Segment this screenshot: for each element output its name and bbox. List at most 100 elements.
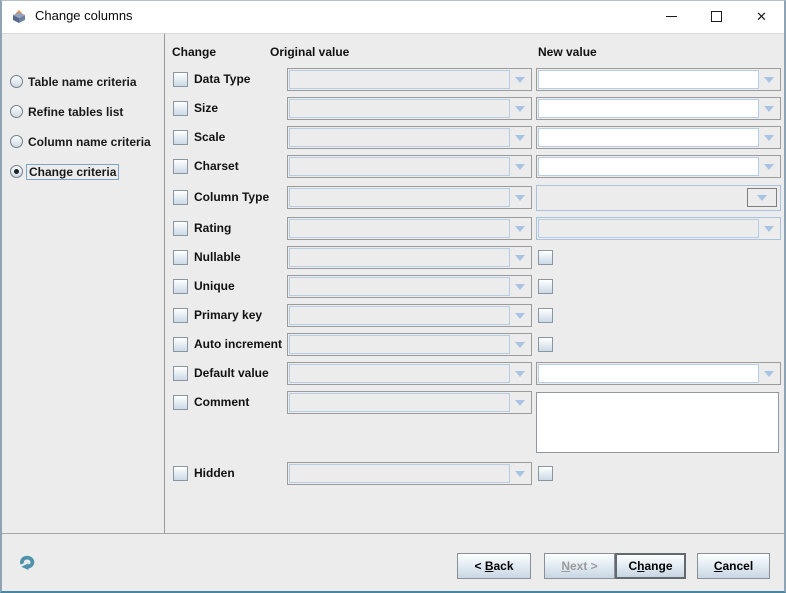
auto-increment-original-combobox xyxy=(287,333,532,356)
dropdown-arrow-icon xyxy=(759,219,779,238)
button-label: ange xyxy=(645,559,673,573)
combo-field xyxy=(289,70,510,89)
comment-new-textarea[interactable] xyxy=(536,392,779,453)
sidebar-item-column-name-criteria[interactable]: Column name criteria xyxy=(10,133,151,150)
window-title: Change columns xyxy=(35,8,133,23)
charset-change-checkbox[interactable] xyxy=(173,159,188,174)
combo-field xyxy=(289,219,510,238)
dropdown-arrow-icon xyxy=(510,393,530,412)
combo-field xyxy=(289,464,510,483)
row-label: Primary key xyxy=(194,304,262,327)
undo-arrow-icon xyxy=(18,554,35,570)
dropdown-arrow-icon[interactable] xyxy=(759,70,779,89)
rating-new-combobox xyxy=(536,217,781,240)
comment-change-checkbox[interactable] xyxy=(173,395,188,410)
scale-change-checkbox[interactable] xyxy=(173,130,188,145)
primary-key-new-checkbox[interactable] xyxy=(538,308,553,323)
row-label: Scale xyxy=(194,126,225,149)
scale-new-combobox[interactable] xyxy=(536,126,781,149)
button-mnemonic: h xyxy=(637,559,644,573)
sidebar-item-change-criteria[interactable]: Change criteria xyxy=(10,163,119,180)
combo-field xyxy=(289,393,510,412)
auto-increment-new-checkbox[interactable] xyxy=(538,337,553,352)
header-original-value: Original value xyxy=(270,45,349,59)
minimize-button[interactable] xyxy=(649,1,694,32)
radio-icon[interactable] xyxy=(10,135,23,148)
dropdown-arrow-icon xyxy=(510,219,530,238)
row-label: Auto increment xyxy=(194,333,282,356)
dropdown-arrow-icon[interactable] xyxy=(759,128,779,147)
sidebar-item-table-name-criteria[interactable]: Table name criteria xyxy=(10,73,137,90)
combo-field[interactable] xyxy=(538,157,759,176)
data-type-original-combobox xyxy=(287,68,532,91)
close-button[interactable]: ✕ xyxy=(739,1,784,32)
reset-button[interactable] xyxy=(16,552,36,572)
button-label: ack xyxy=(493,559,513,573)
unique-new-checkbox[interactable] xyxy=(538,279,553,294)
back-button[interactable]: < Back xyxy=(457,553,531,579)
minimize-icon xyxy=(666,16,677,17)
dropdown-arrow-icon[interactable] xyxy=(759,157,779,176)
sidebar-item-label: Column name criteria xyxy=(28,135,151,149)
radio-icon[interactable] xyxy=(10,105,23,118)
radio-icon[interactable] xyxy=(10,75,23,88)
maximize-icon xyxy=(711,11,722,22)
cancel-button[interactable]: Cancel xyxy=(697,553,770,579)
combo-field[interactable] xyxy=(538,364,759,383)
combo-field[interactable] xyxy=(538,128,759,147)
combo-field xyxy=(289,188,510,207)
dropdown-arrow-icon[interactable] xyxy=(759,364,779,383)
row-label: Rating xyxy=(194,217,231,240)
wizard-steps-sidebar: Table name criteria Refine tables list C… xyxy=(2,34,165,534)
hidden-new-checkbox[interactable] xyxy=(538,466,553,481)
maximize-button[interactable] xyxy=(694,1,739,32)
dropdown-arrow-icon xyxy=(510,364,530,383)
nullable-change-checkbox[interactable] xyxy=(173,250,188,265)
size-new-combobox[interactable] xyxy=(536,97,781,120)
radio-selected-icon[interactable] xyxy=(10,165,23,178)
combo-field xyxy=(289,248,510,267)
dropdown-arrow-icon xyxy=(510,157,530,176)
combo-field xyxy=(289,335,510,354)
combo-field xyxy=(289,128,510,147)
sidebar-item-refine-tables-list[interactable]: Refine tables list xyxy=(10,103,123,120)
auto-increment-change-checkbox[interactable] xyxy=(173,337,188,352)
data-type-change-checkbox[interactable] xyxy=(173,72,188,87)
rating-change-checkbox[interactable] xyxy=(173,221,188,236)
combo-field xyxy=(289,306,510,325)
rating-original-combobox xyxy=(287,217,532,240)
charset-new-combobox[interactable] xyxy=(536,155,781,178)
sidebar-item-label: Table name criteria xyxy=(28,75,137,89)
change-columns-dialog: Change columns ✕ Table name criteria Ref… xyxy=(0,0,786,593)
hidden-change-checkbox[interactable] xyxy=(173,466,188,481)
button-label: ancel xyxy=(722,559,753,573)
default-value-change-checkbox[interactable] xyxy=(173,366,188,381)
sidebar-item-label: Change criteria xyxy=(26,164,119,180)
column-type-change-checkbox[interactable] xyxy=(173,190,188,205)
dropdown-arrow-icon xyxy=(510,248,530,267)
header-new-value: New value xyxy=(538,45,597,59)
button-mnemonic: B xyxy=(485,559,494,573)
dropdown-arrow-icon xyxy=(510,464,530,483)
unique-change-checkbox[interactable] xyxy=(173,279,188,294)
combo-field[interactable] xyxy=(538,70,759,89)
primary-key-change-checkbox[interactable] xyxy=(173,308,188,323)
row-label: Size xyxy=(194,97,218,120)
change-button[interactable]: Change xyxy=(615,553,686,579)
dropdown-arrow-icon xyxy=(747,188,777,207)
dropdown-arrow-icon[interactable] xyxy=(759,99,779,118)
dropdown-arrow-icon xyxy=(510,306,530,325)
nullable-new-checkbox[interactable] xyxy=(538,250,553,265)
title-bar: Change columns ✕ xyxy=(2,1,784,34)
button-label: < xyxy=(474,559,484,573)
dropdown-arrow-icon xyxy=(510,99,530,118)
button-mnemonic: C xyxy=(714,559,723,573)
size-change-checkbox[interactable] xyxy=(173,101,188,116)
data-type-new-combobox[interactable] xyxy=(536,68,781,91)
combo-field[interactable] xyxy=(538,99,759,118)
default-value-new-combobox[interactable] xyxy=(536,362,781,385)
primary-key-original-combobox xyxy=(287,304,532,327)
close-icon: ✕ xyxy=(756,10,767,23)
row-label: Unique xyxy=(194,275,235,298)
hidden-original-combobox xyxy=(287,462,532,485)
